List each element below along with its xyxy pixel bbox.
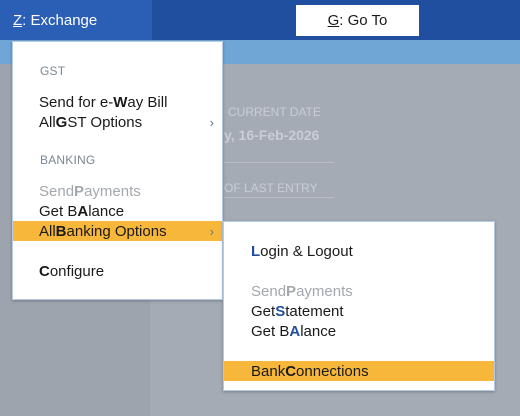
submenu-send-payments-item: Send Payments	[224, 281, 494, 301]
statement-post: tatement	[285, 302, 344, 320]
get-bal-hotkey: A	[77, 202, 89, 220]
sub-balance-hotkey: A	[289, 322, 301, 340]
get-balance-item[interactable]: Get B Alance	[13, 201, 222, 221]
gst-all-post: ST Options	[67, 113, 143, 131]
bank-conn-pre: Bank	[251, 362, 286, 380]
exchange-dropdown: GST Send for e- Way Bill All G ST Options …	[12, 41, 223, 300]
all-bank-post: anking Options	[66, 222, 167, 240]
statement-hotkey: S	[275, 302, 286, 320]
sub-send-pay-pre: Send	[251, 282, 287, 300]
all-banking-options-item[interactable]: All Banking Options ›	[13, 221, 222, 241]
sub-balance-pre: Get B	[251, 322, 290, 340]
get-bal-post: lance	[88, 202, 125, 220]
top-menu-bar: Z: Exchange G: Go To	[0, 0, 520, 40]
login-post: ogin & Logout	[260, 242, 353, 260]
eway-text-post: ay Bill	[127, 93, 168, 111]
background-divider-2	[224, 197, 334, 198]
submenu-get-balance-item[interactable]: Get B Alance	[224, 321, 494, 341]
send-eway-bill-item[interactable]: Send for e- Way Bill	[13, 92, 222, 112]
all-gst-options-item[interactable]: All G ST Options ›	[13, 112, 222, 132]
login-hotkey: L	[251, 242, 261, 260]
get-bal-pre: Get B	[39, 202, 78, 220]
sub-send-pay-hotkey: P	[286, 282, 297, 300]
exchange-label: : Exchange	[22, 11, 98, 29]
eway-hotkey: W	[113, 93, 128, 111]
configure-item[interactable]: Configure	[13, 261, 222, 281]
send-pay-post: ayments	[84, 182, 141, 200]
bank-connections-item[interactable]: Bank Connections	[224, 361, 494, 381]
current-date-value: y, 16-Feb-2026	[224, 127, 320, 143]
sub-balance-post: lance	[300, 322, 337, 340]
get-statement-item[interactable]: Get Statement	[224, 301, 494, 321]
sub-send-pay-post: ayments	[296, 282, 353, 300]
bank-conn-hotkey: C	[285, 362, 297, 380]
statement-pre: Get	[251, 302, 276, 320]
exchange-menu-button[interactable]: Z: Exchange	[0, 0, 152, 40]
configure-hotkey: C	[39, 262, 50, 280]
send-payments-item: Send Payments	[13, 181, 222, 201]
all-bank-pre: All	[39, 222, 56, 240]
all-bank-hotkey: B	[55, 222, 67, 240]
chevron-right-icon: ›	[209, 223, 214, 239]
bank-conn-post: onnections	[296, 362, 369, 380]
exchange-hotkey: Z	[13, 11, 23, 29]
gst-section-header: GST	[40, 64, 66, 78]
background-divider	[224, 162, 334, 163]
send-pay-pre: Send	[39, 182, 75, 200]
chevron-right-icon: ›	[209, 114, 214, 130]
gst-all-hotkey: G	[55, 113, 68, 131]
last-entry-label: OF LAST ENTRY	[224, 181, 318, 195]
eway-text-pre: Send for e-	[39, 93, 114, 111]
send-pay-hotkey: P	[74, 182, 85, 200]
goto-label: : Go To	[339, 12, 388, 29]
login-logout-item[interactable]: Login & Logout	[224, 241, 494, 261]
gst-all-pre: All	[39, 113, 56, 131]
goto-button[interactable]: G: Go To	[296, 5, 419, 36]
banking-section-header: BANKING	[40, 153, 96, 167]
current-date-label: CURRENT DATE	[228, 105, 321, 119]
goto-hotkey: G	[327, 12, 340, 29]
banking-submenu: Login & Logout Send Payments Get Stateme…	[223, 221, 495, 391]
configure-post: onfigure	[49, 262, 105, 280]
